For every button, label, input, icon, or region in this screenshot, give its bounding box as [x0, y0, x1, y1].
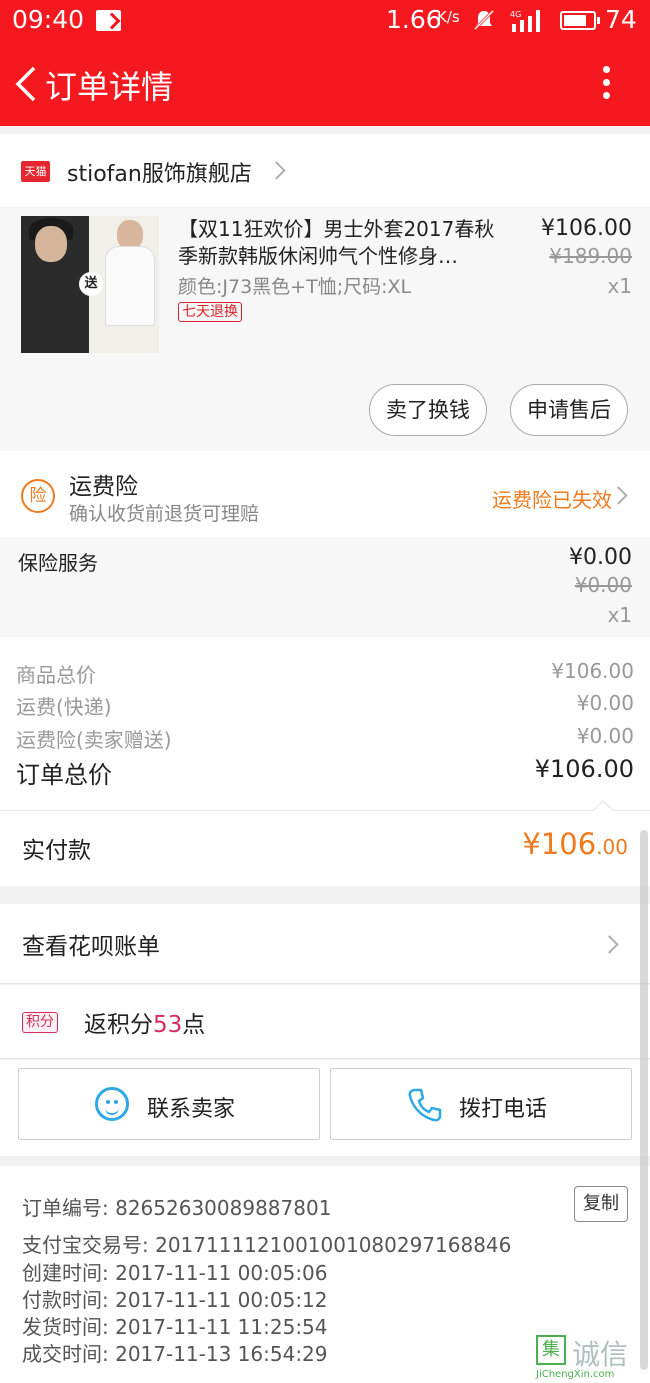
- signal-icon: 4G: [510, 10, 540, 32]
- back-icon[interactable]: [12, 66, 42, 102]
- phone-icon: [408, 1088, 442, 1122]
- shop-row[interactable]: 天猫 stiofan服饰旗舰店: [0, 134, 650, 207]
- wangwang-icon: [95, 1087, 129, 1121]
- paid-time: 付款时间: 2017-11-11 00:05:12: [22, 1288, 328, 1312]
- insurance-status: 运费险已失效: [492, 488, 612, 512]
- battery-icon: [560, 11, 600, 30]
- net-speed: 1.66: [386, 5, 442, 34]
- return-policy-badge: 七天退换: [178, 302, 242, 322]
- points-badge: 积分: [22, 1012, 58, 1033]
- points-suffix: 点: [182, 1012, 206, 1038]
- paid-amount: ¥106.00: [522, 827, 628, 861]
- points-value: 53: [153, 1012, 183, 1038]
- alipay-trade-number: 支付宝交易号: 2017111121001001080297168846: [22, 1233, 512, 1257]
- call-phone-button[interactable]: 拨打电话: [330, 1068, 632, 1140]
- watermark-url: JiChengXin.com: [536, 1369, 615, 1380]
- contact-seller-label: 联系卖家: [147, 1097, 236, 1122]
- copy-button[interactable]: 复制: [574, 1186, 628, 1222]
- insurance-subtitle: 确认收货前退货可理赔: [69, 503, 260, 525]
- item-title: 【双11狂欢价】男士外套2017春秋季新款韩版休闲帅气个性修身…: [178, 217, 495, 268]
- summary-value: ¥0.00: [576, 724, 634, 748]
- insurance-icon: 险: [21, 479, 55, 513]
- chevron-right-icon: [609, 486, 628, 505]
- page-title: 订单详情: [45, 68, 174, 106]
- points-text: 返积分53点: [84, 1005, 205, 1039]
- points-row: 积分 返积分53点: [0, 985, 650, 1059]
- summary-label: 运费(快递): [16, 695, 112, 719]
- order-number: 订单编号: 82652630089887801: [22, 1196, 332, 1220]
- service-original-price: ¥0.00: [574, 573, 632, 597]
- service-label: 保险服务: [18, 551, 98, 575]
- total-label: 订单总价: [16, 761, 112, 789]
- watermark-text: 诚信: [572, 1338, 629, 1371]
- tmall-icon: 天猫: [21, 161, 50, 182]
- paid-amount-row: 实付款 ¥106.00: [0, 800, 650, 886]
- net-speed-unit: K/s: [437, 8, 460, 26]
- service-quantity: x1: [607, 603, 632, 627]
- product-thumbnail[interactable]: 送: [21, 216, 159, 353]
- battery-level: 74: [605, 5, 637, 34]
- contact-area: 联系卖家 拨打电话: [0, 1060, 650, 1156]
- contact-seller-button[interactable]: 联系卖家: [18, 1068, 320, 1140]
- watermark-box: 集: [536, 1335, 566, 1365]
- summary-value: ¥106.00: [551, 659, 634, 683]
- chevron-right-icon: [267, 161, 286, 180]
- chevron-right-icon: [600, 935, 619, 954]
- status-time: 09:40: [12, 5, 85, 34]
- summary-value: ¥0.00: [576, 691, 634, 715]
- price-summary: 商品总价 ¥106.00 运费(快递) ¥0.00 运费险(卖家赠送) ¥0.0…: [0, 637, 650, 810]
- insurance-title: 运费险: [69, 474, 138, 500]
- paid-amount-main: ¥106: [522, 827, 597, 861]
- shipped-time: 发货时间: 2017-11-11 11:25:54: [22, 1315, 328, 1339]
- call-phone-label: 拨打电话: [459, 1097, 548, 1122]
- item-quantity: x1: [607, 274, 632, 298]
- item-original-price: ¥189.00: [549, 244, 632, 268]
- points-prefix: 返积分: [84, 1012, 153, 1038]
- huabei-label: 查看花呗账单: [22, 934, 160, 960]
- item-sku: 颜色:J73黑色+T恤;尺码:XL: [178, 276, 412, 298]
- paid-label: 实付款: [22, 838, 91, 864]
- huabei-bill-row[interactable]: 查看花呗账单: [0, 904, 650, 984]
- order-item[interactable]: 送 【双11狂欢价】男士外套2017春秋季新款韩版休闲帅气个性修身… 颜色:J7…: [0, 208, 650, 451]
- shop-name: stiofan服饰旗舰店: [67, 162, 252, 187]
- status-bar: 09:40 1.66 K/s 4G 74: [0, 0, 650, 42]
- after-sale-button[interactable]: 申请售后: [510, 384, 628, 436]
- scrollbar[interactable]: [640, 830, 648, 1370]
- shipping-insurance-row[interactable]: 险 运费险 确认收货前退货可理赔 运费险已失效: [0, 451, 650, 537]
- summary-row: 运费险(卖家赠送) ¥0.00: [16, 724, 634, 753]
- mute-icon: [473, 9, 495, 31]
- summary-label: 商品总价: [16, 663, 96, 687]
- summary-label: 运费险(卖家赠送): [16, 728, 172, 752]
- summary-row: 商品总价 ¥106.00: [16, 659, 634, 688]
- thumbnail-shirt: [105, 246, 155, 326]
- service-price: ¥0.00: [569, 545, 632, 570]
- more-icon[interactable]: [598, 66, 614, 102]
- gift-badge: 送: [79, 272, 103, 296]
- completed-time: 成交时间: 2017-11-13 16:54:29: [22, 1342, 328, 1366]
- insurance-service-row: 保险服务 ¥0.00 ¥0.00 x1: [0, 537, 650, 637]
- sell-button[interactable]: 卖了换钱: [369, 384, 487, 436]
- svg-text:4G: 4G: [510, 10, 521, 19]
- summary-row: 运费(快递) ¥0.00: [16, 691, 634, 720]
- created-time: 创建时间: 2017-11-11 00:05:06: [22, 1261, 328, 1285]
- nav-bar: 订单详情: [0, 42, 650, 126]
- watermark-logo: 集 诚信 JiChengXin.com: [534, 1333, 650, 1383]
- total-value: ¥106.00: [534, 755, 634, 783]
- summary-total-row: 订单总价 ¥106.00: [16, 755, 634, 790]
- thumbnail-face: [35, 226, 67, 262]
- paid-amount-cents: .00: [596, 835, 628, 859]
- notification-icon: [96, 10, 121, 31]
- item-price: ¥106.00: [541, 216, 632, 241]
